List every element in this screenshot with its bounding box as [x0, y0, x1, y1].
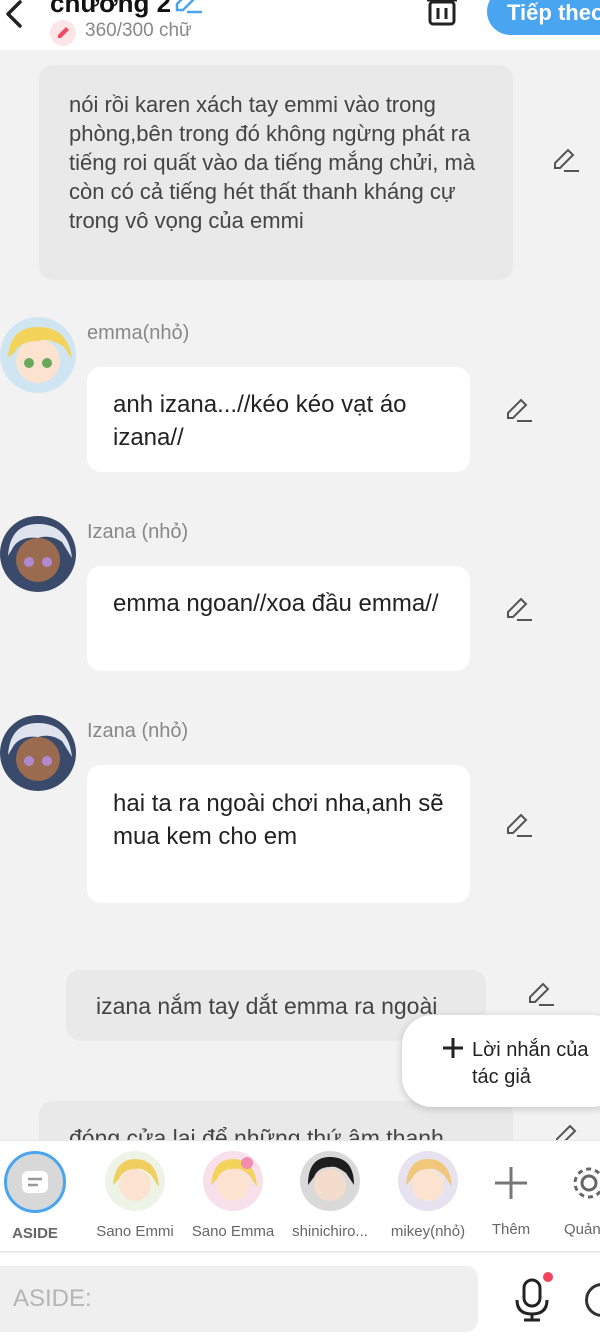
character-label: mikey(nhỏ) [390, 1223, 466, 1240]
dialogue-bubble[interactable]: hai ta ra ngoài chơi nha,anh sẽ mua kem … [87, 765, 470, 903]
narration-text: nói rồi karen xách tay emmi vào trong ph… [69, 92, 476, 233]
character-label: Quản lý [564, 1221, 600, 1238]
message-input[interactable] [0, 1266, 478, 1332]
author-note-label: Lời nhắn của tác giả [472, 1039, 589, 1088]
microphone-icon[interactable] [512, 1278, 552, 1322]
avatar-shinichiro [300, 1151, 360, 1211]
character-selector: ASIDE Sano Emmi Sano Emma shinichiro... … [0, 1140, 600, 1252]
trash-icon[interactable] [425, 0, 459, 28]
character-name: emma(nhỏ) [87, 322, 190, 344]
dialogue-bubble[interactable]: anh izana...//kéo kéo vạt áo izana// [87, 367, 470, 472]
avatar-emma [0, 317, 76, 393]
aside-icon [4, 1151, 66, 1213]
character-shinichiro[interactable]: shinichiro... [286, 1151, 374, 1240]
character-label: Thêm [491, 1221, 531, 1238]
character-name: Izana (nhỏ) [87, 720, 189, 742]
word-count: 360/300 chữ [85, 20, 192, 41]
dialogue-text: hai ta ra ngoài chơi nha,anh sẽ mua kem … [113, 790, 444, 850]
character-label: shinichiro... [292, 1223, 368, 1240]
character-label: Sano Emmi [96, 1223, 174, 1240]
character-sano-emma[interactable]: Sano Emma [188, 1151, 278, 1240]
next-button[interactable]: Tiếp theo [487, 0, 600, 35]
top-bar: chương 2 360/300 chữ Tiếp theo [0, 0, 600, 50]
avatar-izana [0, 516, 76, 592]
avatar-sano-emma [203, 1151, 263, 1211]
add-character-button[interactable]: Thêm [480, 1151, 542, 1238]
gear-icon [573, 1167, 600, 1199]
narration-bubble[interactable]: nói rồi karen xách tay emmi vào trong ph… [39, 65, 513, 280]
dialogue-text: anh izana...//kéo kéo vạt áo izana// [113, 391, 407, 451]
narration-text: đóng cửa lại để những thứ âm thanh [69, 1125, 444, 1140]
word-count-pencil-icon [50, 20, 76, 46]
manage-characters-button[interactable]: Quản lý [560, 1151, 600, 1238]
character-label: Sano Emma [191, 1223, 275, 1240]
character-sano-emmi[interactable]: Sano Emmi [90, 1151, 180, 1240]
character-mikey[interactable]: mikey(nhỏ) [386, 1151, 470, 1240]
edit-icon[interactable] [505, 596, 533, 624]
narration-text: izana nắm tay dắt emma ra ngoài [96, 993, 438, 1019]
chapter-title[interactable]: chương 2 [50, 0, 171, 19]
avatar-izana [0, 715, 76, 791]
edit-icon[interactable] [527, 981, 555, 1009]
input-bar [0, 1253, 600, 1337]
plus-icon [443, 1038, 463, 1058]
record-indicator [543, 1272, 553, 1282]
character-label: ASIDE [12, 1225, 58, 1242]
avatar-mikey [398, 1151, 458, 1211]
edit-title-icon[interactable] [174, 0, 204, 14]
edit-icon[interactable] [505, 397, 533, 425]
author-note-button[interactable]: Lời nhắn của tác giả [402, 1015, 600, 1107]
back-arrow-icon[interactable] [2, 0, 32, 30]
character-name: Izana (nhỏ) [87, 521, 189, 543]
character-aside[interactable]: ASIDE [3, 1151, 67, 1242]
edit-icon[interactable] [552, 147, 580, 175]
chat-area[interactable]: nói rồi karen xách tay emmi vào trong ph… [0, 50, 600, 1140]
edit-icon[interactable] [554, 1123, 582, 1140]
avatar-sano-emmi [105, 1151, 165, 1211]
dialogue-bubble[interactable]: emma ngoan//xoa đầu emma// [87, 566, 470, 671]
dialogue-text: emma ngoan//xoa đầu emma// [113, 590, 439, 617]
plus-icon [495, 1167, 527, 1199]
edit-icon[interactable] [505, 812, 533, 840]
